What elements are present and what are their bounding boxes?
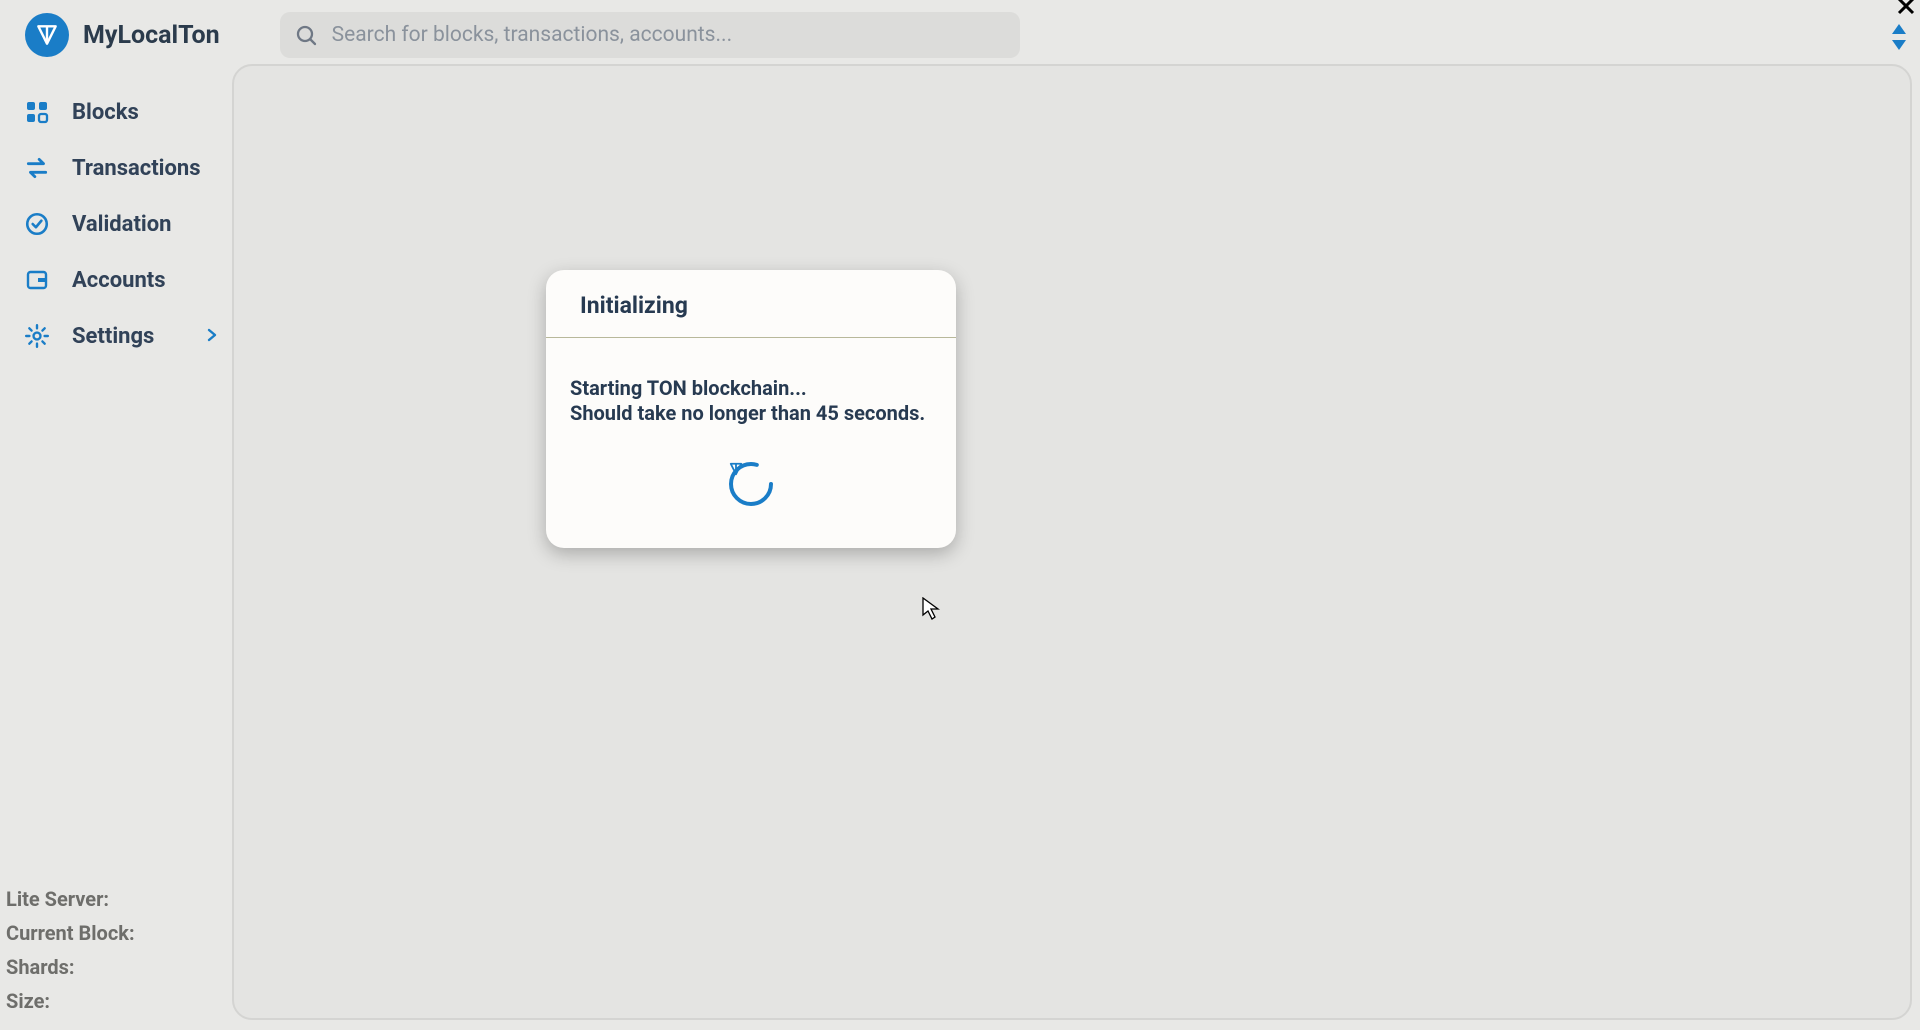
- sidebar-item-label: Validation: [72, 212, 171, 237]
- sidebar-item-label: Transactions: [72, 156, 201, 181]
- status-lite-server: Lite Server:: [6, 882, 230, 916]
- sidebar: Blocks Transactions Validation Accounts: [0, 70, 230, 1030]
- loading-spinner: [727, 460, 775, 508]
- validation-icon: [24, 211, 50, 237]
- status-panel: Lite Server: Current Block: Shards: Size…: [0, 882, 230, 1030]
- transactions-icon: [24, 155, 50, 181]
- ton-logo-icon: [34, 22, 60, 48]
- ton-spinner-icon: [727, 460, 775, 508]
- main-panel: [232, 64, 1912, 1020]
- sidebar-item-label: Settings: [72, 324, 154, 349]
- sidebar-item-label: Blocks: [72, 100, 139, 125]
- sidebar-item-accounts[interactable]: Accounts: [24, 252, 218, 308]
- dialog-message-line1: Starting TON blockchain...: [570, 376, 932, 401]
- blocks-icon: [24, 99, 50, 125]
- accounts-icon: [24, 267, 50, 293]
- search-field[interactable]: [280, 12, 1020, 58]
- sort-button[interactable]: [1888, 22, 1910, 56]
- sidebar-item-transactions[interactable]: Transactions: [24, 140, 218, 196]
- status-current-block: Current Block:: [6, 916, 230, 950]
- sidebar-item-settings[interactable]: Settings: [24, 308, 218, 364]
- settings-icon: [24, 323, 50, 349]
- search-icon: [294, 23, 318, 47]
- dialog-title: Initializing: [546, 270, 956, 338]
- app-logo: [25, 13, 69, 57]
- chevron-right-icon: [206, 327, 218, 346]
- app-title: MyLocalTon: [83, 21, 220, 50]
- initializing-dialog: Initializing Starting TON blockchain... …: [546, 270, 956, 548]
- close-button[interactable]: [1896, 0, 1916, 20]
- search-input[interactable]: [332, 23, 1006, 47]
- sidebar-item-blocks[interactable]: Blocks: [24, 84, 218, 140]
- dialog-message-line2: Should take no longer than 45 seconds.: [570, 401, 932, 426]
- status-shards: Shards:: [6, 950, 230, 984]
- sidebar-item-label: Accounts: [72, 268, 166, 293]
- sidebar-nav: Blocks Transactions Validation Accounts: [0, 70, 230, 364]
- topbar: MyLocalTon: [0, 0, 1920, 70]
- status-size: Size:: [6, 984, 230, 1018]
- close-icon: [1896, 0, 1916, 16]
- sort-icon: [1888, 22, 1910, 52]
- sidebar-item-validation[interactable]: Validation: [24, 196, 218, 252]
